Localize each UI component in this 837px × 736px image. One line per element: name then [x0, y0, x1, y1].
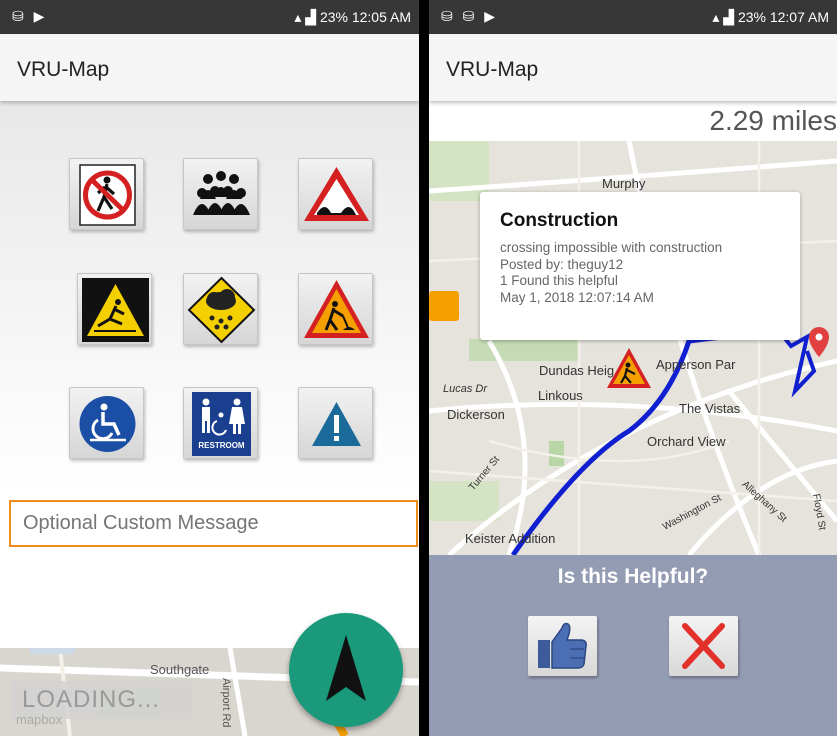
map-label-southgate: Southgate [150, 662, 210, 677]
map-label-orchard: Orchard View [647, 434, 726, 449]
notification-icons: ⛁ ⛁ ▶ [441, 8, 499, 24]
right-screen: ⛁ ⛁ ▶ ▴ ▟ 23% 12:07 AM VRU-Map 2.29 mile… [429, 0, 837, 736]
crowd-icon [193, 171, 250, 215]
helpful-feedback-panel: Is this Helpful? [429, 555, 837, 736]
mapbox-attribution[interactable]: mapbox [16, 712, 62, 727]
popup-description: crossing impossible with construction [500, 240, 723, 255]
map-label-lucas: Lucas Dr [443, 383, 488, 395]
construction-button[interactable] [298, 273, 373, 345]
app-bar: VRU-Map [0, 34, 419, 101]
not-helpful-button[interactable] [669, 616, 738, 676]
slippery-icon [82, 278, 149, 342]
road-bump-button[interactable] [298, 158, 373, 230]
notification-icons: ⛁ ▶ [12, 8, 48, 24]
map-label-linkous: Linkous [538, 388, 583, 403]
close-icon [682, 623, 725, 669]
navigate-button[interactable] [289, 613, 403, 727]
thumbs-up-icon [538, 622, 587, 669]
restroom-label: RESTROOM [198, 441, 245, 450]
popup-title: Construction [500, 210, 619, 231]
storm-icon [187, 276, 256, 344]
popup-helpful-count: 1 Found this helpful [500, 273, 618, 288]
custom-message-input[interactable] [9, 500, 418, 547]
storm-button[interactable] [183, 273, 258, 345]
thumbs-up-button[interactable] [528, 616, 597, 676]
wheelchair-button[interactable] [69, 387, 144, 459]
popup-posted-by: Posted by: theguy12 [500, 256, 624, 272]
caution-icon [312, 402, 361, 446]
wifi-icon: ▴ ▟ [294, 9, 320, 25]
caution-button[interactable] [298, 387, 373, 459]
no-pedestrian-icon [79, 164, 136, 226]
slippery-button[interactable] [77, 273, 152, 345]
map-label-vistas: The Vistas [679, 401, 741, 416]
status-bar: ⛁ ▶ ▴ ▟ 23% 12:05 AM [0, 0, 419, 34]
app-title: VRU-Map [446, 58, 539, 81]
hazard-icon-grid: RESTROOM [0, 101, 419, 491]
popup-timestamp: May 1, 2018 12:07:14 AM [500, 289, 654, 305]
status-clock: ▴ ▟ 23% 12:07 AM [712, 9, 829, 25]
app-bar: VRU-Map [429, 34, 837, 101]
bus-icon [429, 291, 459, 321]
navigation-arrow-icon [326, 635, 366, 701]
map-label-airport: Airport Rd [220, 678, 232, 728]
map-label-dickerson: Dickerson [447, 407, 505, 422]
route-distance: 2.29 miles [709, 105, 837, 136]
status-clock: ▴ ▟ 23% 12:05 AM [294, 9, 411, 25]
left-screen: ⛁ ▶ ▴ ▟ 23% 12:05 AM VRU-Map RESTROOM Op… [0, 0, 419, 736]
map-label-murphy: Murphy [602, 176, 646, 191]
wifi-icon: ▴ ▟ [712, 9, 738, 25]
restroom-icon: RESTROOM [192, 392, 251, 456]
app-title: VRU-Map [17, 58, 110, 81]
status-bar: ⛁ ⛁ ▶ ▴ ▟ 23% 12:07 AM [429, 0, 837, 34]
construction-icon [304, 280, 369, 338]
restroom-button[interactable]: RESTROOM [183, 387, 258, 459]
road-bump-icon [304, 167, 369, 221]
distance-bar: 2.29 miles [429, 101, 837, 141]
marker-info-popup[interactable]: Construction crossing impossible with co… [480, 192, 800, 340]
crowd-button[interactable] [183, 158, 258, 230]
map-label-dundas: Dundas Heig [539, 363, 615, 378]
map-label-keister: Keister Addition [465, 531, 556, 546]
wheelchair-icon [79, 396, 136, 452]
map-label-apperson: Apperson Par [656, 357, 736, 372]
no-pedestrian-button[interactable] [69, 158, 144, 230]
helpful-prompt: Is this Helpful? [557, 565, 709, 588]
